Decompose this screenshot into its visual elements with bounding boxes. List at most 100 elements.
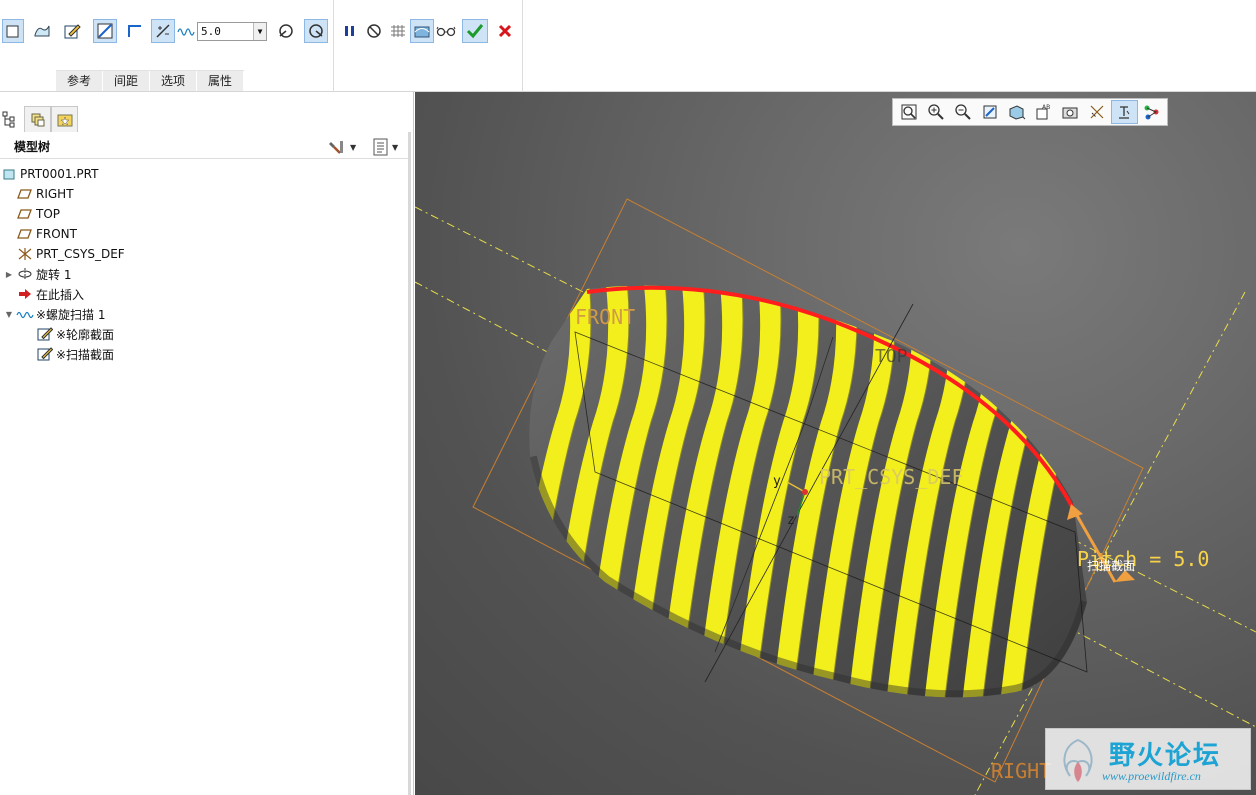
- label-axis-y: y: [773, 474, 781, 489]
- zoom-in-icon: [927, 104, 944, 120]
- left-handed-button[interactable]: [272, 18, 300, 44]
- expand-arrow-icon[interactable]: ▶: [2, 270, 16, 279]
- right-handed-button[interactable]: [302, 18, 330, 44]
- repaint-button[interactable]: [976, 100, 1003, 124]
- zoom-in-button[interactable]: [922, 100, 949, 124]
- tree-item-label: 旋转 1: [36, 267, 72, 282]
- chevron-down-icon[interactable]: ▼: [253, 23, 266, 40]
- tree-item-label: RIGHT: [36, 187, 74, 201]
- csys-icon: [16, 246, 34, 262]
- ribbon-separator: [333, 0, 334, 92]
- list-icon: [373, 138, 388, 156]
- display-style-button[interactable]: [1003, 100, 1030, 124]
- refit-icon: [901, 104, 916, 120]
- datum-plane-icon: [16, 186, 34, 202]
- sketch-button[interactable]: [60, 18, 84, 44]
- mesh-preview-icon: [386, 19, 410, 43]
- layers-icon: [31, 113, 44, 126]
- right-hand-helix-icon: [304, 19, 328, 43]
- left-hand-helix-icon: [274, 19, 298, 43]
- view-manager-button[interactable]: [1057, 100, 1084, 124]
- tree-item-top[interactable]: TOP: [0, 204, 405, 224]
- remove-material-icon: [93, 19, 117, 43]
- tree-item-sweep-section[interactable]: ※扫描截面: [0, 344, 405, 364]
- sketch-icon: [60, 19, 84, 43]
- tree-item-label: ※螺旋扫描 1: [36, 307, 106, 322]
- remove-material-button[interactable]: [92, 18, 118, 44]
- model-tree: PRT0001.PRT RIGHT TOP FRONT PRT_CSYS_DEF…: [0, 164, 405, 364]
- no-preview-icon: [362, 19, 386, 43]
- tab-favorites[interactable]: [51, 106, 78, 132]
- verify-button[interactable]: [434, 18, 458, 44]
- flame-logo-icon: [1063, 738, 1093, 782]
- spin-center-button[interactable]: [1138, 100, 1165, 124]
- collapse-arrow-icon[interactable]: ▼: [2, 310, 16, 319]
- repaint-icon: [983, 105, 996, 119]
- pause-icon: [338, 19, 362, 43]
- cube-icon: [1009, 105, 1025, 120]
- label-front: FRONT: [575, 305, 635, 329]
- surface-button[interactable]: [30, 18, 54, 44]
- watermark-url: www.proewildfire.cn: [1102, 769, 1201, 783]
- view-toolbar: AB: [892, 98, 1168, 126]
- thickness-input[interactable]: 5.0 ▼: [197, 22, 267, 41]
- shaded-preview-icon: [410, 19, 434, 43]
- tab-references[interactable]: 参考: [56, 71, 104, 91]
- tree-item-label: 在此插入: [36, 287, 85, 302]
- ok-button[interactable]: [461, 18, 489, 44]
- thicken-icon: [123, 19, 147, 43]
- tree-item-label: FRONT: [36, 227, 77, 241]
- helix-icon: [177, 24, 197, 41]
- dashboard-tabs: 参考 间距 选项 属性: [56, 70, 245, 91]
- checkmark-icon: [462, 19, 488, 43]
- surface-icon: [30, 19, 54, 43]
- tab-layers[interactable]: [24, 106, 51, 132]
- panel-splitter[interactable]: [408, 132, 411, 795]
- flip-thickness-button[interactable]: [150, 18, 176, 44]
- geometry-preview-button[interactable]: [386, 18, 410, 44]
- no-preview-button[interactable]: [362, 18, 386, 44]
- helical-sweep-body[interactable]: [503, 262, 1088, 732]
- solid-button[interactable]: [2, 18, 24, 44]
- cancel-button[interactable]: [492, 18, 518, 44]
- tree-item-front[interactable]: FRONT: [0, 224, 405, 244]
- tree-item-part[interactable]: PRT0001.PRT: [0, 164, 405, 184]
- tree-item-profile-section[interactable]: ※轮廓截面: [0, 324, 405, 344]
- chevron-down-icon: ▼: [392, 142, 399, 152]
- graphics-viewport[interactable]: FRONT TOP PRT_CSYS_DEF y z Pitch = 5.0 扫…: [415, 92, 1256, 795]
- datum-plane-icon: [16, 206, 34, 222]
- ribbon-separator: [522, 0, 523, 92]
- annotation-display-button[interactable]: [1111, 100, 1138, 124]
- tab-properties[interactable]: 属性: [197, 71, 245, 91]
- watermark: 野火论坛 www.proewildfire.cn: [1045, 728, 1251, 790]
- thicken-button[interactable]: [122, 18, 148, 44]
- zoom-out-button[interactable]: [949, 100, 976, 124]
- model-tree-header: 模型树 ▼ ▼: [0, 135, 410, 159]
- tree-item-label: PRT0001.PRT: [20, 167, 99, 181]
- tree-item-label: PRT_CSYS_DEF: [36, 247, 125, 261]
- spin-center-icon: [1144, 105, 1158, 120]
- model-tree-tab[interactable]: [2, 110, 16, 128]
- tree-item-helical-sweep[interactable]: ▼ ※螺旋扫描 1: [0, 304, 405, 324]
- tab-options[interactable]: 选项: [150, 71, 198, 91]
- saved-orientations-button[interactable]: AB: [1030, 100, 1057, 124]
- tools-icon: [329, 141, 343, 154]
- tab-pitch[interactable]: 间距: [103, 71, 151, 91]
- tree-item-revolve[interactable]: ▶ 旋转 1: [0, 264, 405, 284]
- insert-here-icon: [16, 286, 34, 302]
- part-icon: [0, 166, 18, 182]
- label-right: RIGHT: [991, 759, 1051, 783]
- refit-button[interactable]: [895, 100, 922, 124]
- navigator-panel: 模型树 ▼ ▼ PRT0001.PRT RIGHT TOP FRONT PRT_…: [0, 92, 414, 795]
- tree-item-csys[interactable]: PRT_CSYS_DEF: [0, 244, 405, 264]
- feature-preview-button[interactable]: [410, 18, 434, 44]
- model-canvas[interactable]: FRONT TOP PRT_CSYS_DEF y z Pitch = 5.0 扫…: [415, 92, 1256, 795]
- favorites-icon: [57, 114, 72, 126]
- pause-button[interactable]: [338, 18, 362, 44]
- tree-settings-button[interactable]: ▼: [328, 138, 356, 156]
- tree-item-label: TOP: [36, 207, 61, 221]
- tree-item-right[interactable]: RIGHT: [0, 184, 405, 204]
- show-menu-button[interactable]: ▼: [372, 138, 398, 156]
- datum-display-button[interactable]: [1084, 100, 1111, 124]
- tree-item-insert-here[interactable]: 在此插入: [0, 284, 405, 304]
